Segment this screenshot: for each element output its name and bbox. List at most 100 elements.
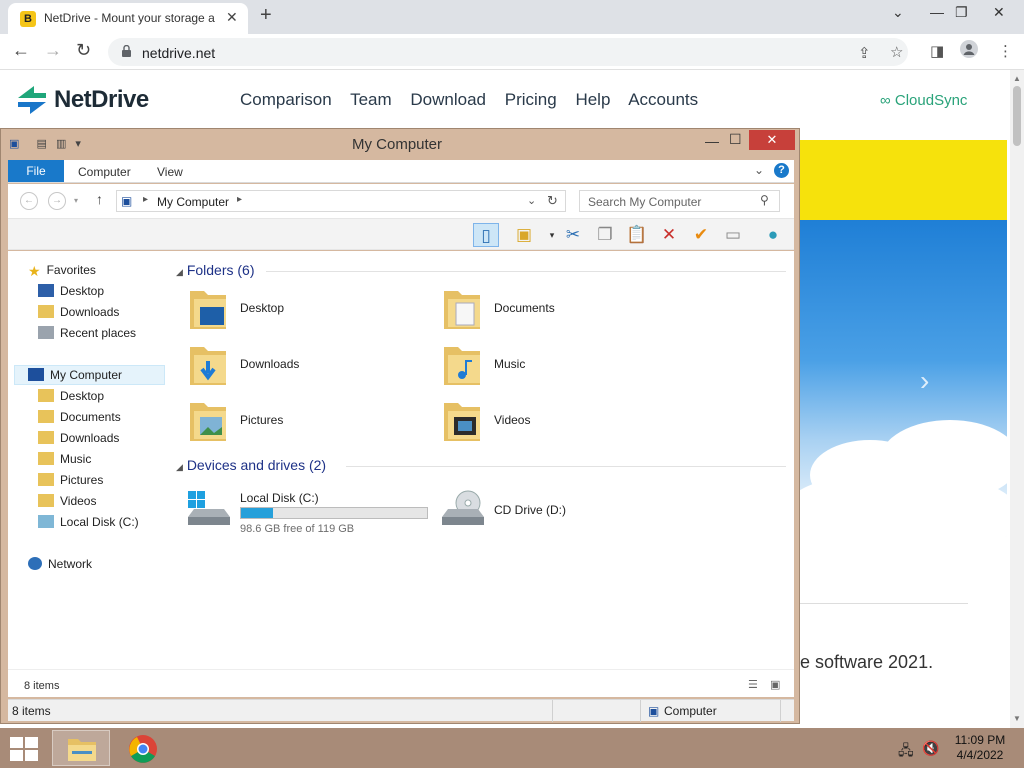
nav-pricing[interactable]: Pricing (505, 90, 557, 109)
folder-music[interactable]: Music (440, 341, 680, 393)
nav-fav-recent-places[interactable]: Recent places (38, 326, 136, 340)
carousel-next-icon[interactable]: › (920, 365, 929, 397)
nav-mc-music[interactable]: Music (38, 452, 91, 466)
tab-view[interactable]: View (157, 165, 183, 179)
details-view-icon[interactable]: ☰ (748, 678, 758, 691)
paste-icon[interactable]: 📋 (624, 223, 650, 247)
nav-comparison[interactable]: Comparison (240, 90, 332, 109)
share-icon[interactable]: ⇪ (858, 44, 871, 62)
checkmark-icon[interactable]: ✔ (688, 223, 714, 247)
url-text: netdrive.net (142, 45, 216, 61)
nav-download[interactable]: Download (410, 90, 486, 109)
breadcrumb[interactable]: My Computer (157, 195, 229, 209)
nav-item-label: Local Disk (C:) (60, 515, 139, 529)
side-panel-icon[interactable]: ◨ (930, 42, 944, 60)
collapse-icon[interactable]: ◢ (176, 462, 183, 472)
chrome-taskbar-button[interactable] (114, 730, 172, 766)
address-dropdown-icon[interactable]: ⌄ (527, 194, 536, 207)
cloudsync-link[interactable]: ∞ CloudSync (880, 92, 967, 109)
nav-mc-downloads[interactable]: Downloads (38, 431, 119, 445)
refresh-icon[interactable]: ↻ (547, 193, 558, 209)
network-tray-icon[interactable]: 🖧 (898, 740, 914, 764)
minimize-icon[interactable]: — (930, 4, 944, 20)
preview-pane-icon[interactable]: ▯ (473, 223, 499, 247)
nav-accounts[interactable]: Accounts (628, 90, 698, 109)
recent-locations-icon[interactable]: ▾ (74, 196, 78, 205)
devices-group-header[interactable]: ◢ Devices and drives (2) (176, 457, 326, 473)
netdrive-logo-icon[interactable] (16, 84, 48, 116)
nav-mc-desktop[interactable]: Desktop (38, 389, 104, 403)
folder-documents[interactable]: Documents (440, 285, 680, 337)
folder-pictures[interactable]: Pictures (186, 397, 426, 449)
file-explorer-taskbar-button[interactable] (52, 730, 110, 766)
up-icon[interactable]: ↑ (96, 191, 103, 207)
properties-icon[interactable]: ▭ (720, 223, 746, 247)
collapse-icon[interactable]: ◢ (176, 267, 183, 277)
address-bar[interactable]: ▣ ▸ My Computer ▸ ⌄ ↻ (116, 190, 566, 212)
large-icons-view-icon[interactable]: ▣ (770, 678, 780, 691)
back-icon[interactable]: ← (12, 40, 30, 61)
explorer-titlebar[interactable]: ▣ ▤ ▥ ▾ My Computer — ☐ ✕ (1, 129, 799, 159)
nav-network[interactable]: Network (28, 557, 92, 571)
clock[interactable]: 11:09 PM 4/4/2022 (950, 733, 1010, 763)
local-disk-icon (188, 491, 230, 525)
scroll-up-icon[interactable]: ▲ (1013, 74, 1021, 83)
page-scrollbar[interactable]: ▲ ▼ (1010, 70, 1024, 728)
address-bar[interactable]: netdrive.net ⇪ ☆ (108, 38, 908, 66)
new-tab-icon[interactable]: + (260, 4, 272, 27)
search-placeholder: Search My Computer (588, 195, 702, 209)
forward-icon[interactable]: → (44, 40, 62, 61)
nav-mc-local-disk[interactable]: Local Disk (C:) (38, 515, 139, 529)
copy-icon[interactable]: ❐ (592, 223, 618, 247)
nav-mc-documents[interactable]: Documents (38, 410, 121, 424)
browser-tab[interactable]: B NetDrive - Mount your storage a ✕ (8, 3, 248, 34)
browser-menu-icon[interactable]: ⋮ (998, 42, 1013, 60)
tab-file[interactable]: File (8, 160, 64, 182)
expand-ribbon-icon[interactable]: ⌄ (754, 163, 764, 177)
restore-icon[interactable]: ❐ (955, 4, 968, 21)
netdrive-logo-text[interactable]: NetDrive (54, 86, 149, 114)
folder-videos[interactable]: Videos (440, 397, 680, 449)
volume-muted-icon[interactable]: 🔇 (922, 740, 939, 757)
shell-icon[interactable]: ● (760, 223, 786, 247)
nav-team[interactable]: Team (350, 90, 392, 109)
minimize-icon[interactable]: — (705, 133, 719, 149)
nav-mc-videos[interactable]: Videos (38, 494, 96, 508)
details-status: 8 items ☰ ▣ (8, 669, 794, 697)
reload-icon[interactable]: ↻ (76, 40, 91, 61)
nav-favorites[interactable]: ★ Favorites (28, 263, 96, 279)
folder-desktop[interactable]: Desktop (186, 285, 426, 337)
drive-cd-d[interactable]: CD Drive (D:) (440, 487, 680, 539)
delete-icon[interactable]: ✕ (656, 223, 682, 247)
tab-computer[interactable]: Computer (78, 165, 131, 179)
nav-help[interactable]: Help (575, 90, 610, 109)
downloads-folder-icon (38, 305, 54, 318)
drive-local-c[interactable]: Local Disk (C:) 98.6 GB free of 119 GB (186, 487, 436, 539)
back-icon[interactable]: ← (20, 192, 38, 210)
close-window-icon[interactable]: ✕ (993, 4, 1005, 21)
profile-avatar-icon[interactable] (960, 40, 978, 62)
nav-fav-downloads[interactable]: Downloads (38, 305, 119, 319)
breadcrumb-chevron-icon[interactable]: ▸ (237, 194, 242, 205)
breadcrumb-chevron-icon[interactable]: ▸ (143, 194, 148, 205)
close-icon[interactable]: ✕ (749, 130, 795, 150)
nav-mc-pictures[interactable]: Pictures (38, 473, 103, 487)
tab-search-chevron-icon[interactable]: ⌄ (892, 4, 904, 21)
status-separator (640, 700, 641, 722)
cut-icon[interactable]: ✂ (560, 223, 586, 247)
nav-my-computer[interactable]: My Computer (28, 368, 122, 382)
maximize-icon[interactable]: ☐ (729, 131, 742, 148)
nav-fav-desktop[interactable]: Desktop (38, 284, 104, 298)
search-input[interactable]: Search My Computer ⚲ (579, 190, 780, 212)
windows-start-icon[interactable] (10, 737, 38, 761)
folder-downloads[interactable]: Downloads (186, 341, 426, 393)
bookmark-star-icon[interactable]: ☆ (890, 43, 903, 61)
folders-group-header[interactable]: ◢ Folders (6) (176, 262, 255, 278)
scroll-thumb[interactable] (1013, 86, 1021, 146)
scroll-down-icon[interactable]: ▼ (1013, 714, 1021, 723)
forward-icon[interactable]: → (48, 192, 66, 210)
folder-options-icon[interactable]: ▣ (511, 223, 537, 247)
search-icon[interactable]: ⚲ (760, 193, 769, 207)
tab-close-icon[interactable]: ✕ (226, 9, 238, 26)
help-icon[interactable]: ? (774, 163, 789, 178)
